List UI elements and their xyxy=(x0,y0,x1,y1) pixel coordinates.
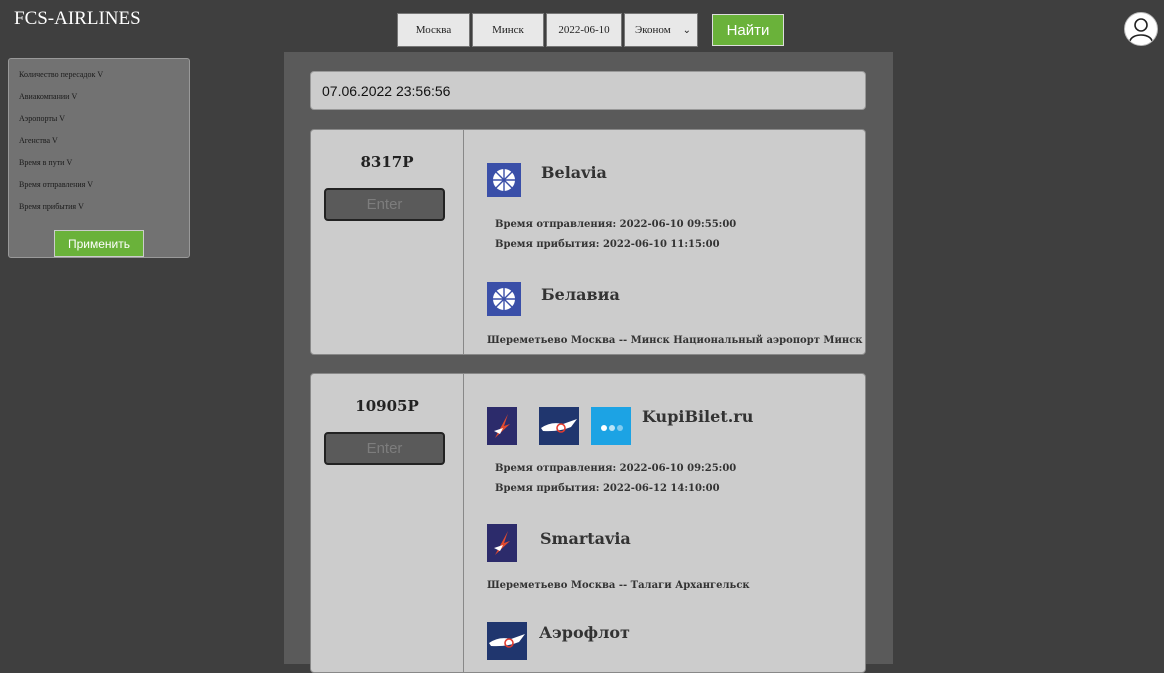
results-area: 07.06.2022 23:56:56 8317Р Enter Belavia … xyxy=(284,52,893,673)
search-bar: Москва Минск 2022-06-10 Эконом ⌄ Найти xyxy=(397,12,784,48)
filter-arrival-time[interactable]: Время прибытия V xyxy=(19,202,84,211)
aeroflot-logo-icon xyxy=(487,622,527,660)
price-column: 8317Р Enter xyxy=(311,130,464,354)
apply-button[interactable]: Применить xyxy=(54,230,144,257)
aeroflot-logo-icon xyxy=(539,407,579,445)
filter-airlines[interactable]: Авиакомпании V xyxy=(19,92,77,101)
smartavia-logo-icon xyxy=(487,407,517,445)
belavia-logo-icon xyxy=(487,163,521,197)
airline-name: Smartavia xyxy=(540,529,631,548)
departure-time: Время отправления: 2022-06-10 09:25:00 xyxy=(495,463,737,474)
filter-transfers[interactable]: Количество пересадок V xyxy=(19,70,103,79)
filter-departure-time[interactable]: Время отправления V xyxy=(19,180,93,189)
departure-time: Время отправления: 2022-06-10 09:55:00 xyxy=(495,219,737,230)
airline-name: Аэрофлот xyxy=(539,623,630,642)
route-info: Шереметьево Москва -- Талаги Архангельск xyxy=(487,580,750,591)
agent-name: KupiBilet.ru xyxy=(642,407,754,426)
smartavia-logo-icon xyxy=(487,524,517,562)
filter-travel-time[interactable]: Время в пути V xyxy=(19,158,72,167)
filter-panel: Количество пересадок V Авиакомпании V Аэ… xyxy=(8,58,190,258)
class-select-value: Эконом xyxy=(635,24,671,36)
agent-name: Belavia xyxy=(541,163,607,182)
arrival-time: Время прибытия: 2022-06-12 14:10:00 xyxy=(495,483,720,494)
class-select[interactable]: Эконом ⌄ xyxy=(624,13,698,47)
filter-airports[interactable]: Аэропорты V xyxy=(19,114,65,123)
ticket-price: 8317Р xyxy=(360,153,414,171)
date-input[interactable]: 2022-06-10 xyxy=(546,13,622,47)
enter-button[interactable]: Enter xyxy=(324,188,445,221)
result-card: 10905Р Enter KupiBilet.ru Время отправле… xyxy=(310,373,866,673)
airline-name: Белавиа xyxy=(541,285,620,304)
filter-agencies[interactable]: Агенства V xyxy=(19,136,58,145)
current-timestamp: 07.06.2022 23:56:56 xyxy=(310,71,866,110)
result-card: 8317Р Enter Belavia Время отправления: 2… xyxy=(310,129,866,355)
find-button[interactable]: Найти xyxy=(712,14,784,46)
belavia-logo-icon xyxy=(487,282,521,316)
enter-button[interactable]: Enter xyxy=(324,432,445,465)
price-column: 10905Р Enter xyxy=(311,374,464,672)
arrival-time: Время прибытия: 2022-06-10 11:15:00 xyxy=(495,239,720,250)
chevron-down-icon: ⌄ xyxy=(682,24,691,36)
ticket-price: 10905Р xyxy=(355,397,419,415)
destination-input[interactable]: Минск xyxy=(472,13,544,47)
user-avatar-icon[interactable] xyxy=(1124,12,1158,46)
route-info: Шереметьево Москва -- Минск Национальный… xyxy=(487,335,863,346)
app-logo[interactable]: FCS-AIRLINES xyxy=(14,8,141,30)
origin-input[interactable]: Москва xyxy=(397,13,470,47)
kupibilet-logo-icon xyxy=(591,407,631,445)
